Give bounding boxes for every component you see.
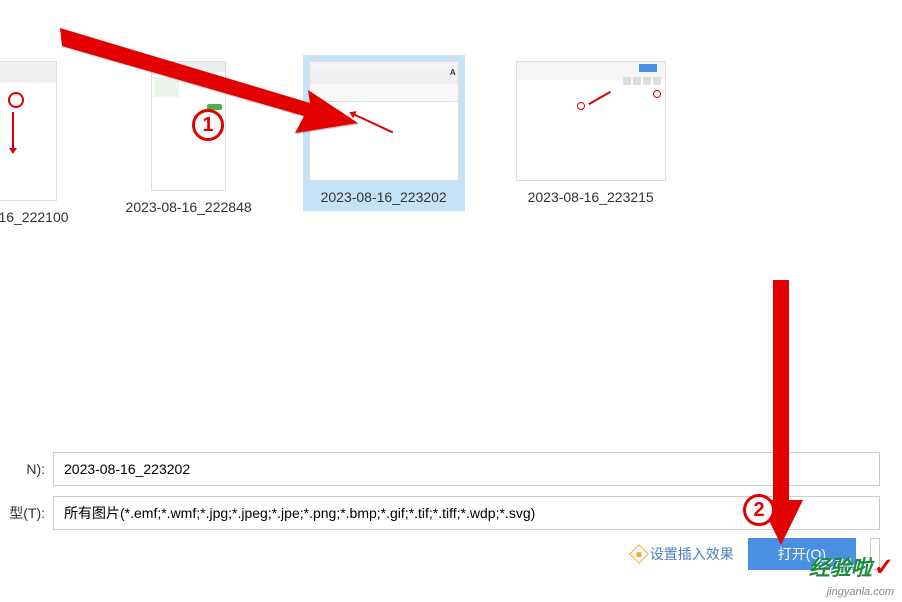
file-label: 2023-08-16_222848 [126, 199, 252, 215]
file-thumbnail [516, 61, 666, 181]
filename-label: N): [0, 461, 45, 477]
diamond-icon [629, 544, 649, 564]
file-label: 2023-08-16_223215 [528, 189, 654, 205]
filename-row: N): [0, 452, 880, 486]
file-item[interactable]: 2023-08-16_223215 [510, 55, 672, 211]
watermark-url: jingyanla.com [827, 586, 894, 598]
file-label: 3-16_222100 [0, 209, 69, 225]
file-label: 2023-08-16_223202 [321, 189, 447, 205]
file-thumbnail [0, 61, 57, 201]
annotation-badge-1: 1 [192, 109, 224, 141]
watermark: 经验啦 ✓ [809, 552, 894, 582]
filetype-label: 型(T): [0, 503, 45, 523]
checkmark-icon: ✓ [874, 553, 894, 582]
insert-effect-label: 设置插入效果 [650, 544, 734, 564]
watermark-text: 经验啦 [809, 552, 872, 582]
insert-effect-link[interactable]: 设置插入效果 [632, 544, 734, 564]
dialog-button-row: 设置插入效果 打开(O) [0, 538, 880, 570]
annotation-badge-2: 2 [743, 494, 775, 526]
